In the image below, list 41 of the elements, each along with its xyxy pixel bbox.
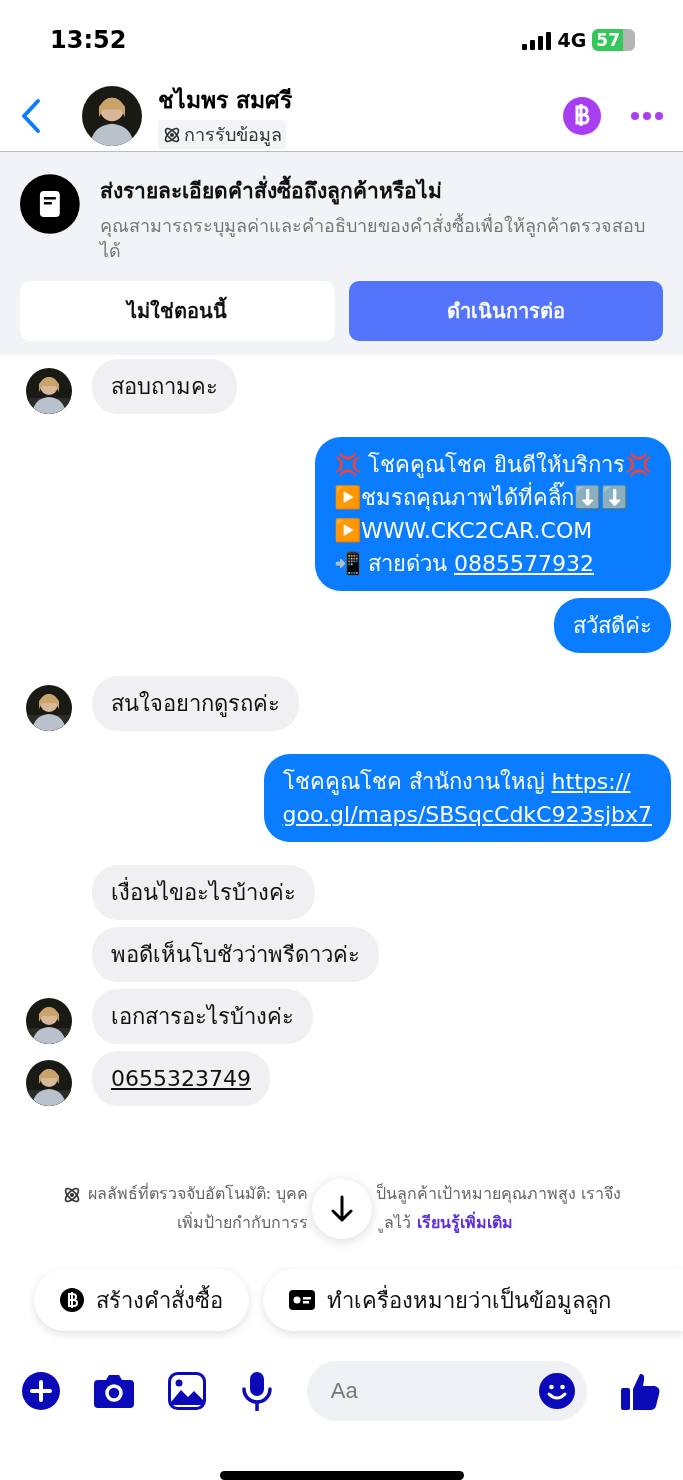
network-type: 4G xyxy=(557,29,587,51)
battery-level: 57 xyxy=(592,29,635,51)
baht-icon[interactable] xyxy=(563,96,601,135)
continue-button[interactable]: ดำเนินการต่อ xyxy=(348,281,663,342)
back-icon[interactable] xyxy=(20,97,42,134)
message-bubble: เอกสารอะไรบ้างค่ะ xyxy=(92,989,313,1045)
message-bubble: สอบถามคะ xyxy=(92,359,237,415)
message-bubble: 💢 โชคคูณโชค ยินดีให้บริการ💢 ▶ชมรถคุณภาพได้ที่คลิ๊ก⬇⬇ ▶WWW.CKC2CAR.COM 📲 สายด่วน 0885577932 xyxy=(315,437,671,592)
lead-label[interactable]: การรับข้อมูล xyxy=(158,120,286,149)
notice-text: ผลลัพธ์ที่ตรวจจับอัตโนมัติ: บุคค xyxy=(87,1182,309,1206)
image-icon[interactable] xyxy=(168,1372,207,1410)
message-bubble: พอดีเห็นโบชัวว่าพรีดาวค่ะ xyxy=(92,927,379,983)
message-bubble: สนใจอยากดูรถค่ะ xyxy=(92,676,299,732)
message-bubble: โชคคูณโชค สำนักงานใหญ่ https:// goo.gl/maps/SBSqcCdkC923sjbx7 xyxy=(263,754,671,843)
notice-text: เพิ่มป้ายกำกับการร xyxy=(177,1211,309,1234)
message-bubble: 0655323749 xyxy=(92,1051,270,1107)
message-bubble: เงื่อนไขอะไรบ้างค่ะ xyxy=(92,865,315,921)
clock: 13:52 xyxy=(50,26,127,54)
action-chip[interactable]: สร้างคำสั่งซื้อ xyxy=(34,1269,249,1331)
action-chip[interactable]: ทำเครื่องหมายว่าเป็นข้อมูลลูก xyxy=(263,1269,683,1331)
baht-icon xyxy=(60,1288,84,1312)
thumbs-up-icon[interactable] xyxy=(620,1372,661,1410)
more-icon[interactable] xyxy=(631,111,663,120)
scroll-down-button[interactable] xyxy=(312,1179,373,1239)
message-bubble: สวัสดีค่ะ xyxy=(554,598,671,654)
message-field[interactable]: Aa xyxy=(306,1361,587,1421)
banner-title: ส่งรายละเอียดคำสั่งซื้อถึงลูกค้าหรือไม่ xyxy=(99,174,663,207)
learn-more-link[interactable]: เรียนรู้เพิ่มเติม xyxy=(417,1209,514,1238)
notice-text: ูลไว้ xyxy=(376,1209,412,1238)
add-icon[interactable] xyxy=(22,1372,60,1410)
banner-text: คุณสามารถระบุมูลค่าและคำอธิบายของคำสั่งซื้อเพื่อให้ลูกค้าตรวจสอบได้ xyxy=(99,213,646,264)
camera-icon[interactable] xyxy=(94,1374,135,1408)
contact-name: ชไมพร สมศรี xyxy=(158,86,292,115)
notice-text: ป็นลูกค้าเป้าหมายคุณภาพสูง เราจึง xyxy=(376,1182,622,1206)
signal-icon xyxy=(521,30,552,50)
document-icon xyxy=(20,174,80,234)
arrow-down-icon xyxy=(331,1195,354,1223)
microphone-icon[interactable] xyxy=(240,1371,273,1411)
dismiss-button[interactable]: ไม่ใช่ตอนนี้ xyxy=(20,281,335,342)
id-card-icon xyxy=(289,1290,315,1310)
emoji-icon[interactable] xyxy=(538,1373,575,1409)
